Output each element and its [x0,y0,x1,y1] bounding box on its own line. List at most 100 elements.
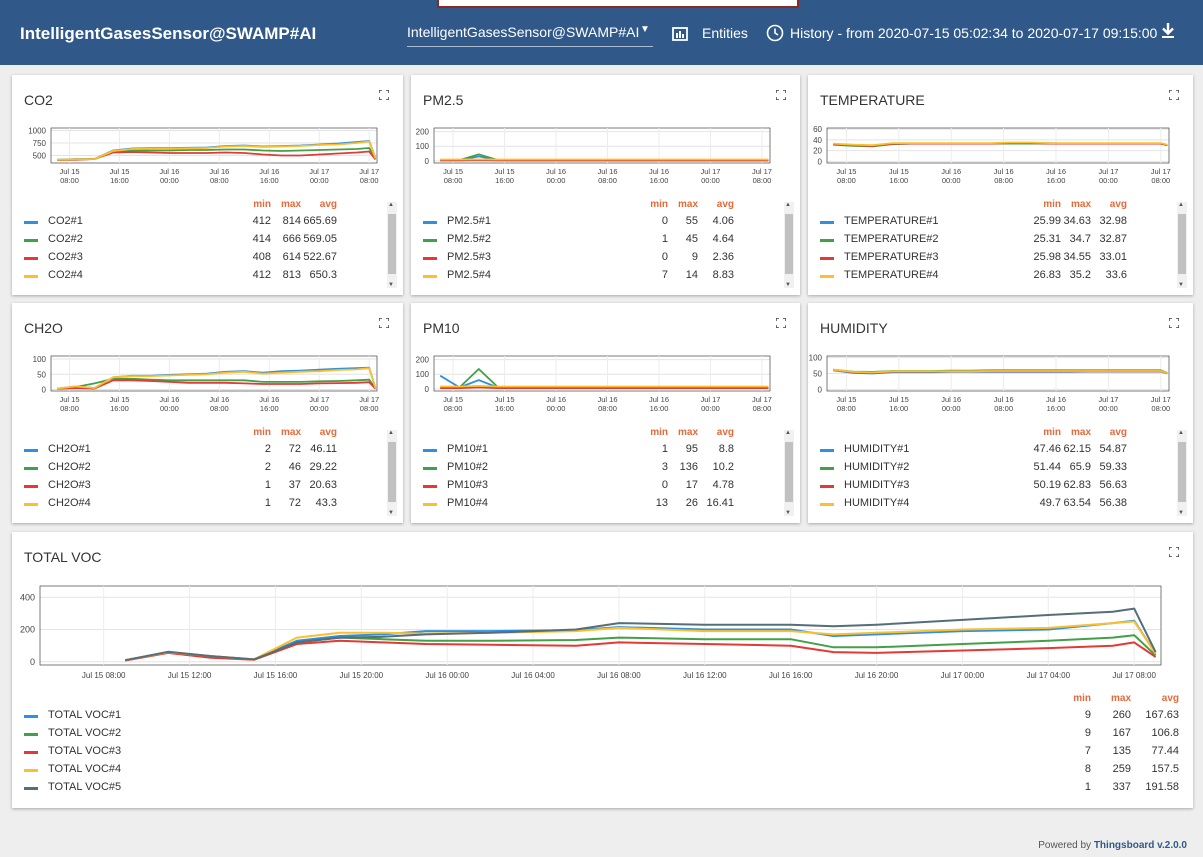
x-tick-label: Jul 15 [109,395,129,404]
legend-scrollbar[interactable]: ▲ ▼ [1177,430,1187,516]
scrollbar-thumb[interactable] [388,214,396,274]
series-swatch [820,275,834,278]
x-tick-label: 08:00 [753,404,772,413]
chart-svg: 050100Jul 1508:00Jul 1516:00Jul 1600:00J… [809,354,1171,413]
legend-row: PM2.5#4 7 14 8.83 [423,269,776,285]
legend-scrollbar[interactable]: ▲ ▼ [1177,202,1187,288]
thingsboard-link[interactable]: Thingsboard v.2.0.0 [1094,840,1187,851]
legend-avg-value: 56.63 [1099,479,1127,491]
scrollbar-thumb[interactable] [785,214,793,274]
legend-max-value: 167 [1112,727,1131,739]
series-swatch [820,239,834,242]
x-tick-label: Jul 15 [60,395,80,404]
legend-avg-value: 522.67 [303,251,337,263]
legend-avg-value: 4.06 [712,215,734,227]
series-name: TEMPERATURE#3 [844,251,939,263]
entity-select[interactable]: IntelligentGasesSensor@SWAMP#AI ▼ [407,24,653,47]
y-tick-label: 1000 [28,127,46,136]
chart-svg: 050100Jul 1508:00Jul 1516:00Jul 1600:00J… [33,355,380,413]
total-voc-widget: TOTAL VOC 0 200 400 Jul 15 08:00 Jul 15 12:00… [12,532,1193,808]
legend-scrollbar[interactable]: ▲ ▼ [387,430,397,516]
legend-avg-value: 77.44 [1151,745,1179,757]
series-swatch [24,733,38,736]
chart-svg: 0204060Jul 1508:00Jul 1516:00Jul 1600:00… [813,125,1171,185]
series-name: CO2#3 [48,251,83,263]
scrollbar-thumb[interactable] [785,442,793,502]
scroll-up-icon[interactable]: ▲ [388,202,394,208]
x-tick-label: Jul 16 12:00 [683,671,727,680]
x-tick-label: Jul 16 [1046,167,1066,176]
scrollbar-thumb[interactable] [1178,214,1186,274]
legend-row: TOTAL VOC#1 9 260 167.63 [24,709,1181,725]
scroll-up-icon[interactable]: ▲ [388,430,394,436]
x-tick-label: 16:00 [110,404,129,413]
legend-avg-value: 56.38 [1099,497,1127,509]
series-line [440,385,769,388]
scroll-up-icon[interactable]: ▲ [1178,202,1184,208]
legend-scrollbar[interactable]: ▲ ▼ [387,202,397,288]
legend-row: HUMIDITY#2 51.44 65.9 59.33 [820,461,1169,477]
legend-max-value: 135 [1112,745,1131,757]
series-swatch [24,239,38,242]
x-tick-label: 16:00 [1047,404,1066,413]
download-button[interactable] [1160,22,1176,45]
legend-header-max: max [677,199,698,210]
legend-avg-value: 46.11 [310,443,337,455]
scroll-down-icon[interactable]: ▼ [1178,510,1184,516]
scroll-down-icon[interactable]: ▼ [1178,282,1184,288]
scroll-up-icon[interactable]: ▲ [785,430,791,436]
legend-scrollbar[interactable]: ▲ ▼ [784,202,794,288]
legend-avg-value: 33.6 [1105,269,1127,281]
y-tick-label: 0 [42,385,47,394]
series-name: CH2O#4 [48,497,91,509]
x-tick-label: 00:00 [701,176,720,185]
chart-svg: 0100200Jul 1508:00Jul 1516:00Jul 1600:00… [416,356,772,413]
series-name: TEMPERATURE#1 [844,215,939,227]
series-name: TOTAL VOC#3 [48,745,122,757]
legend-avg-value: 54.87 [1099,443,1127,455]
x-tick-label: 08:00 [994,404,1013,413]
x-tick-label: Jul 17 04:00 [1026,671,1070,680]
legend-scrollbar[interactable]: ▲ ▼ [784,430,794,516]
x-tick-label: 08:00 [598,176,617,185]
x-tick-label: Jul 15 12:00 [168,671,212,680]
legend-avg-value: 157.5 [1151,763,1179,775]
series-name: CO2#1 [48,215,83,227]
legend-row: TOTAL VOC#5 1 337 191.58 [24,781,1181,797]
x-tick-label: 16:00 [650,176,669,185]
x-tick-label: Jul 17 [700,395,720,404]
x-tick-label: 08:00 [444,176,463,185]
scroll-up-icon[interactable]: ▲ [1178,430,1184,436]
x-tick-label: Jul 15 [109,167,129,176]
scroll-down-icon[interactable]: ▼ [388,510,394,516]
legend-avg-value: 59.33 [1099,461,1127,473]
x-tick-label: 08:00 [210,176,229,185]
scrollbar-thumb[interactable] [388,442,396,502]
legend-row: TOTAL VOC#2 9 167 106.8 [24,727,1181,743]
chart-legend: min max avg HUMIDITY#1 47.46 62.15 54.87 HUMIDI… [820,427,1169,509]
legend-row: HUMIDITY#1 47.46 62.15 54.87 [820,443,1169,459]
y-tick-label: 60 [813,125,822,134]
scroll-down-icon[interactable]: ▼ [785,282,791,288]
chart-legend: min max avg TOTAL VOC#1 9 260 167.63 TOTAL VOC#… [24,693,1181,793]
series-swatch [423,503,437,506]
series-name: CO2#4 [48,269,83,281]
x-tick-label: Jul 16 [649,395,669,404]
x-tick-label: Jul 15 [836,167,856,176]
x-tick-label: 00:00 [160,176,179,185]
x-tick-label: Jul 15 [60,167,80,176]
x-tick-label: Jul 15 [495,395,515,404]
scroll-down-icon[interactable]: ▼ [388,282,394,288]
series-swatch [24,275,38,278]
x-tick-label: 08:00 [837,176,856,185]
legend-avg-value: 32.87 [1099,233,1127,245]
scroll-down-icon[interactable]: ▼ [785,510,791,516]
legend-avg-value: 20.63 [309,479,337,491]
scrollbar-thumb[interactable] [1178,442,1186,502]
series-line [125,619,1157,662]
x-tick-label: Jul 16 [994,167,1014,176]
legend-header-avg: avg [1109,199,1127,210]
legend-header-min: min [253,427,271,438]
scroll-up-icon[interactable]: ▲ [785,202,791,208]
y-tick-label: 100 [809,354,823,363]
